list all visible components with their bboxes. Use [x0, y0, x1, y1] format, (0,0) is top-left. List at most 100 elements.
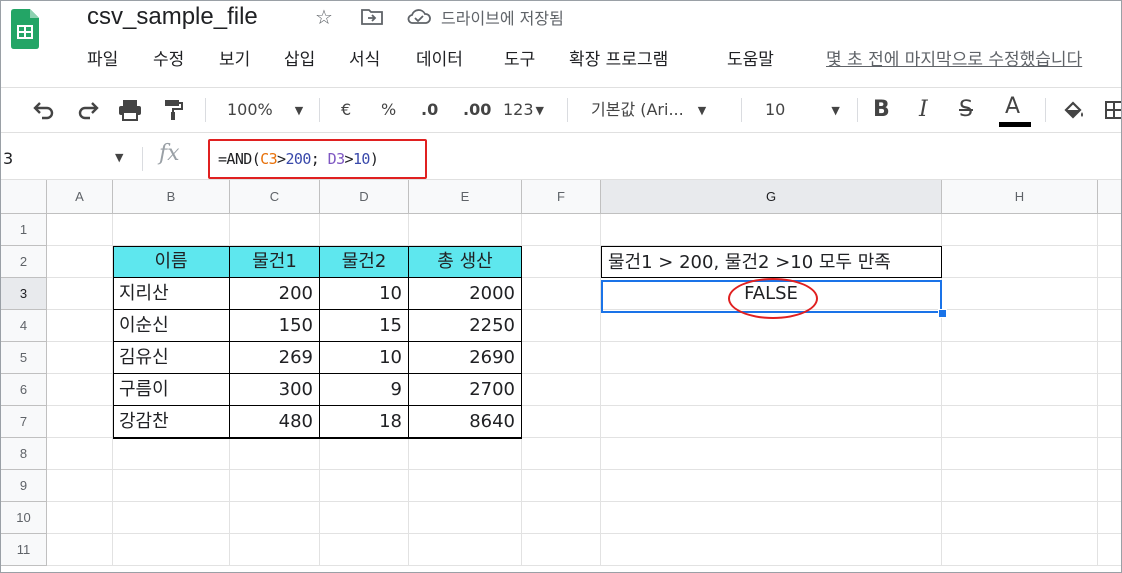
grid-cell[interactable] [47, 406, 113, 438]
grid-cell[interactable] [942, 438, 1098, 470]
grid-cell[interactable] [601, 438, 942, 470]
grid-cell[interactable] [47, 246, 113, 278]
row-header-5[interactable]: 5 [1, 342, 47, 374]
column-header-d[interactable]: D [320, 180, 409, 214]
grid-cell[interactable] [942, 310, 1098, 342]
table-cell-item1[interactable]: 200 [230, 278, 320, 310]
menu-tools[interactable]: 도구 [504, 45, 535, 70]
currency-button[interactable]: € [341, 88, 351, 132]
column-header-h[interactable]: H [942, 180, 1098, 214]
row-header-10[interactable]: 10 [1, 502, 47, 534]
grid-cell[interactable] [942, 278, 1098, 310]
bold-button[interactable]: B [873, 88, 890, 132]
grid-cell[interactable] [1098, 278, 1121, 310]
menu-data[interactable]: 데이터 [416, 45, 463, 70]
grid-cell[interactable] [601, 374, 942, 406]
number-format-select[interactable]: 123 ▼ [503, 88, 544, 132]
column-header-c[interactable]: C [230, 180, 320, 214]
table-header-name[interactable]: 이름 [113, 246, 230, 278]
table-cell-total[interactable]: 2250 [409, 310, 522, 342]
grid-cell[interactable] [1098, 374, 1121, 406]
table-header-total[interactable]: 총 생산 [409, 246, 522, 278]
grid-cell[interactable] [47, 214, 113, 246]
grid-cell[interactable] [320, 534, 409, 566]
grid-cell[interactable] [47, 438, 113, 470]
table-cell-item2[interactable]: 15 [320, 310, 409, 342]
grid-cell[interactable] [113, 214, 230, 246]
grid-cell[interactable] [230, 438, 320, 470]
table-header-item1[interactable]: 물건1 [230, 246, 320, 278]
decrease-decimal-button[interactable]: .0 [421, 88, 438, 132]
grid-cell[interactable] [522, 534, 601, 566]
grid-cell[interactable] [601, 342, 942, 374]
menu-view[interactable]: 보기 [219, 45, 250, 70]
menu-edit[interactable]: 수정 [153, 45, 184, 70]
table-cell-total[interactable]: 2000 [409, 278, 522, 310]
column-header-e[interactable]: E [409, 180, 522, 214]
grid-cell[interactable] [230, 534, 320, 566]
grid-cell[interactable] [942, 502, 1098, 534]
grid-cell[interactable] [320, 438, 409, 470]
grid-cell[interactable] [409, 534, 522, 566]
grid-cell[interactable] [230, 502, 320, 534]
column-header-g[interactable]: G [601, 180, 942, 214]
table-cell-item2[interactable]: 9 [320, 374, 409, 406]
grid-cell[interactable] [230, 470, 320, 502]
fill-handle[interactable] [938, 309, 947, 318]
grid-cell[interactable] [320, 502, 409, 534]
table-cell-item1[interactable]: 150 [230, 310, 320, 342]
grid-cell[interactable] [942, 374, 1098, 406]
table-cell-name[interactable]: 이순신 [113, 310, 230, 342]
row-header-3[interactable]: 3 [1, 278, 47, 310]
grid-cell[interactable] [942, 470, 1098, 502]
name-box[interactable]: 3 [3, 149, 13, 168]
document-title[interactable]: csv_sample_file [87, 3, 258, 31]
font-size-select[interactable]: 10 ▼ [765, 88, 840, 132]
table-cell-item1[interactable]: 480 [230, 406, 320, 438]
table-cell-name[interactable]: 김유신 [113, 342, 230, 374]
grid-cell[interactable] [113, 438, 230, 470]
grid-cell[interactable] [942, 342, 1098, 374]
menu-help[interactable]: 도움말 [727, 45, 774, 70]
grid-cell[interactable] [522, 470, 601, 502]
grid-cell[interactable] [942, 246, 1098, 278]
row-header-7[interactable]: 7 [1, 406, 47, 438]
row-header-9[interactable]: 9 [1, 470, 47, 502]
undo-icon[interactable] [31, 100, 57, 120]
grid-cell[interactable] [47, 502, 113, 534]
column-header-a[interactable]: A [47, 180, 113, 214]
table-cell-item2[interactable]: 10 [320, 278, 409, 310]
grid-cell[interactable] [601, 406, 942, 438]
grid-cell[interactable] [47, 310, 113, 342]
grid-cell[interactable] [47, 470, 113, 502]
move-folder-icon[interactable] [361, 7, 383, 25]
grid-cell[interactable] [409, 214, 522, 246]
table-cell-name[interactable]: 강감찬 [113, 406, 230, 438]
table-cell-total[interactable]: 8640 [409, 406, 522, 438]
table-cell-item1[interactable]: 269 [230, 342, 320, 374]
grid-cell[interactable] [601, 534, 942, 566]
grid-cell[interactable] [113, 502, 230, 534]
grid-cell[interactable] [1098, 342, 1121, 374]
grid-cell[interactable] [1098, 246, 1121, 278]
strikethrough-button[interactable]: S [959, 88, 973, 132]
grid-cell[interactable] [601, 470, 942, 502]
table-cell-total[interactable]: 2700 [409, 374, 522, 406]
redo-icon[interactable] [75, 100, 101, 120]
grid-cell[interactable] [522, 438, 601, 470]
grid-cell[interactable] [113, 470, 230, 502]
grid-cell[interactable] [1098, 470, 1121, 502]
grid-cell[interactable] [1098, 534, 1121, 566]
grid-cell[interactable] [522, 246, 601, 278]
cloud-saved-icon[interactable] [407, 8, 431, 24]
grid-cell[interactable] [522, 278, 601, 310]
last-edit-link[interactable]: 몇 초 전에 마지막으로 수정했습니다 [826, 45, 1082, 70]
grid-cell[interactable] [522, 214, 601, 246]
menu-format[interactable]: 서식 [349, 45, 380, 70]
font-select[interactable]: 기본값 (Ari... ▼ [591, 88, 706, 132]
grid-cell[interactable] [942, 534, 1098, 566]
row-header-6[interactable]: 6 [1, 374, 47, 406]
borders-icon[interactable] [1105, 101, 1122, 119]
grid-cell[interactable] [47, 278, 113, 310]
italic-button[interactable]: I [919, 88, 928, 132]
